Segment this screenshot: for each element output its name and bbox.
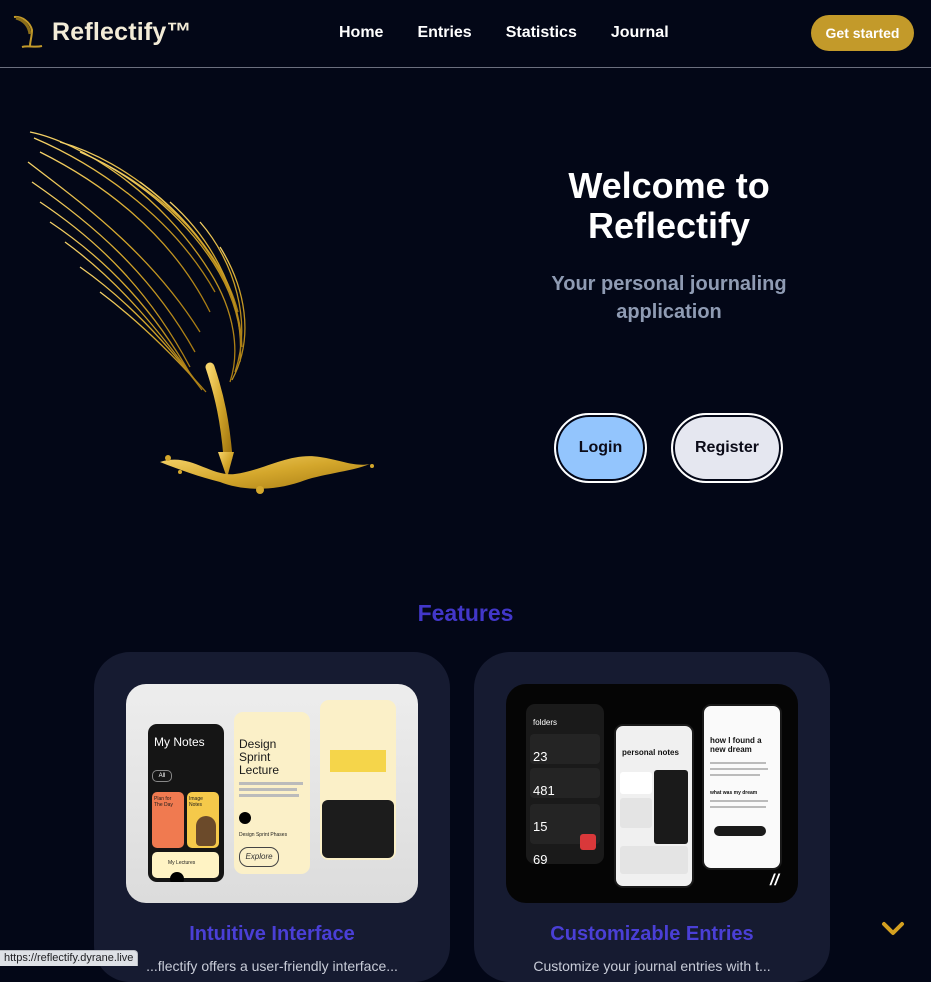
mockup-phone-keyboard — [320, 700, 396, 860]
mockup-folder-count: 481 — [533, 783, 555, 798]
status-bar-url: https://reflectify.dyrane.live — [0, 950, 139, 966]
chevron-down-icon[interactable] — [880, 918, 906, 940]
intuitive-interface-image: My Notes All Plan for The Day Image Note… — [126, 684, 418, 903]
mockup-tile-label: Plan for The Day — [154, 796, 173, 808]
mockup-text-line — [239, 788, 297, 791]
quill-logo-icon — [13, 15, 43, 48]
mockup-phone-notes: My Notes All Plan for The Day Image Note… — [148, 724, 224, 882]
mockup-tile-label: Image Notes — [189, 796, 203, 808]
mockup-tile-label: My Lectures — [168, 860, 196, 866]
mockup-app-title: My Notes — [154, 735, 205, 749]
login-button[interactable]: Login — [554, 413, 647, 483]
brand[interactable]: Reflectify™ — [10, 14, 192, 50]
mockup-note-card — [620, 798, 652, 828]
features-heading: Features — [417, 600, 514, 626]
customizable-entries-image: folders 23 481 15 69 personal notes how … — [506, 684, 798, 903]
mockup-keyboard — [322, 800, 394, 858]
mockup-phone-folders: folders 23 481 15 69 — [526, 704, 604, 864]
mockup-logo: // — [770, 872, 779, 889]
nav-link-journal[interactable]: Journal — [611, 24, 669, 42]
mockup-highlight — [330, 750, 386, 772]
register-button[interactable]: Register — [671, 413, 783, 483]
hero-title: Welcome to Reflectify — [568, 165, 770, 246]
mockup-handwriting: Explore — [239, 847, 279, 867]
mockup-note-card — [654, 770, 688, 844]
mockup-text-line — [710, 762, 766, 764]
nav-link-home[interactable]: Home — [339, 24, 383, 42]
mockup-note-card — [620, 846, 688, 874]
mockup-folder-count: 69 — [533, 852, 548, 864]
feature-desc-customizable-entries: Customize your journal entries with t... — [533, 958, 771, 974]
nav-link-statistics[interactable]: Statistics — [506, 24, 577, 42]
feature-card-customizable-entries: folders 23 481 15 69 personal notes how … — [474, 652, 830, 982]
mockup-note-heading: how I found a new dream — [710, 736, 762, 754]
mockup-text-line — [710, 800, 768, 802]
mockup-text-line — [710, 806, 766, 808]
feature-title-customizable-entries: Customizable Entries — [550, 923, 754, 945]
mockup-phone-lecture: Design Sprint Lecture Design Sprint Phas… — [234, 712, 310, 874]
mockup-lecture-title: Design Sprint Lecture — [239, 737, 280, 777]
mockup-add-icon — [170, 872, 184, 882]
mockup-text-line — [239, 794, 299, 797]
nav-link-entries[interactable]: Entries — [417, 24, 471, 42]
mockup-text-line — [710, 768, 768, 770]
mockup-filter: All — [152, 770, 172, 782]
mockup-notes-title: personal notes — [622, 748, 679, 757]
mockup-text-line — [710, 774, 760, 776]
mockup-phone-personal-notes: personal notes — [614, 724, 694, 888]
top-navbar: Reflectify™ Home Entries Statistics Jour… — [0, 0, 931, 68]
golden-quill-illustration — [27, 131, 374, 494]
mockup-phone-note-detail: how I found a new dream what was my drea… — [702, 704, 782, 870]
mockup-note-card — [620, 772, 652, 794]
mockup-note-sub: what was my dream — [710, 790, 758, 796]
feature-desc-intuitive-interface: ...flectify offers a user-friendly inter… — [146, 958, 398, 974]
brand-name: Reflectify™ — [52, 17, 192, 46]
mockup-text-line — [239, 782, 303, 785]
nav-links: Home Entries Statistics Journal — [339, 24, 669, 42]
mockup-folders-label: folders — [533, 718, 558, 727]
get-started-button[interactable]: Get started — [811, 15, 914, 51]
feature-card-intuitive-interface: My Notes All Plan for The Day Image Note… — [94, 652, 450, 982]
mockup-add-icon — [580, 834, 596, 850]
mockup-add-icon — [239, 812, 251, 824]
hero-subtitle: Your personal journaling application — [551, 273, 787, 323]
mockup-folder-count: 15 — [533, 819, 548, 834]
mockup-lecture-sub: Design Sprint Phases — [239, 832, 288, 838]
mockup-folder-count: 23 — [533, 749, 548, 764]
mockup-portrait — [196, 816, 216, 846]
mockup-toolbar — [714, 826, 766, 836]
feature-title-intuitive-interface: Intuitive Interface — [189, 923, 355, 945]
